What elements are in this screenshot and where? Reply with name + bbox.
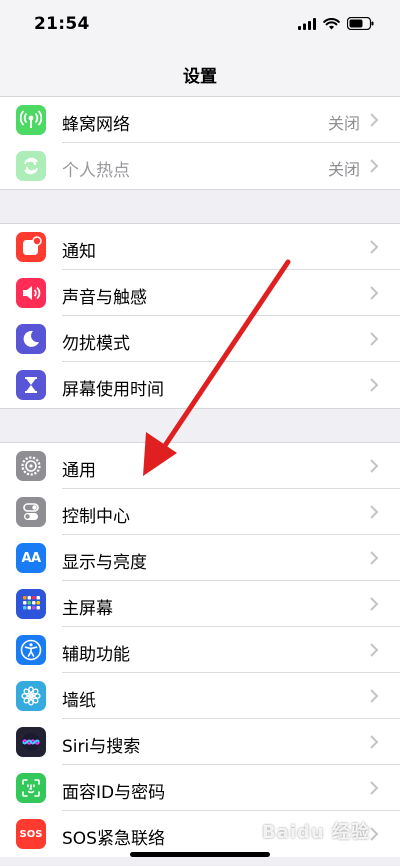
chevron-right-icon [370,286,379,300]
settings-list: 蜂窝网络 关闭 个人热点 关闭 通知 声音与触感 勿扰模式 屏幕使用时间 通用 … [0,97,400,857]
settings-row-label: 勿扰模式 [62,334,130,354]
settings-row-label: Siri与搜索 [62,737,141,757]
settings-row-notifications[interactable]: 通知 [0,224,400,270]
navigation-bar: 设置 [0,50,400,97]
text-size-glyph: AA [21,550,41,566]
settings-row-label: 辅助功能 [62,645,130,665]
sound-icon [16,278,46,308]
battery-icon [347,17,374,30]
settings-row-face-id[interactable]: 面容ID与密码 [0,765,400,811]
settings-row-siri[interactable]: Siri与搜索 [0,719,400,765]
settings-row-label: 主屏幕 [62,599,113,619]
settings-row-label: 屏幕使用时间 [62,380,164,400]
settings-group-general: 通用 控制中心 AA 显示与亮度 主屏幕 辅助功能 墙纸 Siri与搜索 面容I… [0,443,400,857]
chevron-right-icon [370,113,379,127]
watermark: Baidu 经验 [261,822,370,843]
settings-row-hotspot[interactable]: 个人热点 关闭 [0,143,400,189]
status-bar: 21:54 [0,0,400,50]
section-gap [0,189,400,224]
settings-row-label: 通知 [62,242,96,262]
settings-row-value: 关闭 [327,114,360,133]
settings-row-label: SOS紧急联络 [62,829,165,849]
chevron-right-icon [370,505,379,519]
settings-row-label: 墙纸 [62,691,96,711]
settings-row-general[interactable]: 通用 [0,443,400,489]
page-title: 设置 [183,67,217,87]
settings-row-label: 通用 [62,461,96,481]
settings-row-home-screen[interactable]: 主屏幕 [0,581,400,627]
moon-icon [16,324,46,354]
settings-row-label: 声音与触感 [62,288,147,308]
settings-row-control-center[interactable]: 控制中心 [0,489,400,535]
settings-row-label: 面容ID与密码 [62,783,166,803]
hourglass-icon [16,370,46,400]
sos-icon: SOS [16,819,46,849]
face-id-icon [16,773,46,803]
chevron-right-icon [370,378,379,392]
settings-row-accessibility[interactable]: 辅助功能 [0,627,400,673]
settings-row-label: 个人热点 [62,161,130,181]
settings-row-display[interactable]: AA 显示与亮度 [0,535,400,581]
section-gap [0,408,400,443]
settings-row-label: 蜂窝网络 [62,115,130,135]
cellular-signal-icon [298,17,316,30]
settings-row-label: 显示与亮度 [62,553,147,573]
settings-row-cellular[interactable]: 蜂窝网络 关闭 [0,97,400,143]
settings-row-screen-time[interactable]: 屏幕使用时间 [0,362,400,408]
chevron-right-icon [370,597,379,611]
settings-row-label: 控制中心 [62,507,130,527]
status-icons [298,17,374,30]
gear-icon [16,451,46,481]
chevron-right-icon [370,459,379,473]
toggles-icon [16,497,46,527]
chevron-right-icon [370,551,379,565]
settings-row-do-not-disturb[interactable]: 勿扰模式 [0,316,400,362]
chevron-right-icon [370,781,379,795]
chevron-right-icon [370,643,379,657]
flower-icon [16,681,46,711]
settings-row-value: 关闭 [327,160,360,179]
home-indicator[interactable] [130,852,270,857]
accessibility-icon [16,635,46,665]
home-grid-icon [16,589,46,619]
chevron-right-icon [370,240,379,254]
text-size-icon: AA [16,543,46,573]
settings-row-sounds[interactable]: 声音与触感 [0,270,400,316]
chevron-right-icon [370,689,379,703]
antenna-icon [16,105,46,135]
wifi-icon [323,17,340,29]
notifications-icon [16,232,46,262]
chevron-right-icon [370,332,379,346]
chevron-right-icon [370,159,379,173]
settings-row-wallpaper[interactable]: 墙纸 [0,673,400,719]
chevron-right-icon [370,735,379,749]
siri-icon [16,727,46,757]
settings-group-network: 蜂窝网络 关闭 个人热点 关闭 [0,97,400,189]
sos-glyph: SOS [19,828,43,840]
settings-group-alerts: 通知 声音与触感 勿扰模式 屏幕使用时间 [0,224,400,408]
status-time: 21:54 [34,14,90,34]
hotspot-icon [16,151,46,181]
